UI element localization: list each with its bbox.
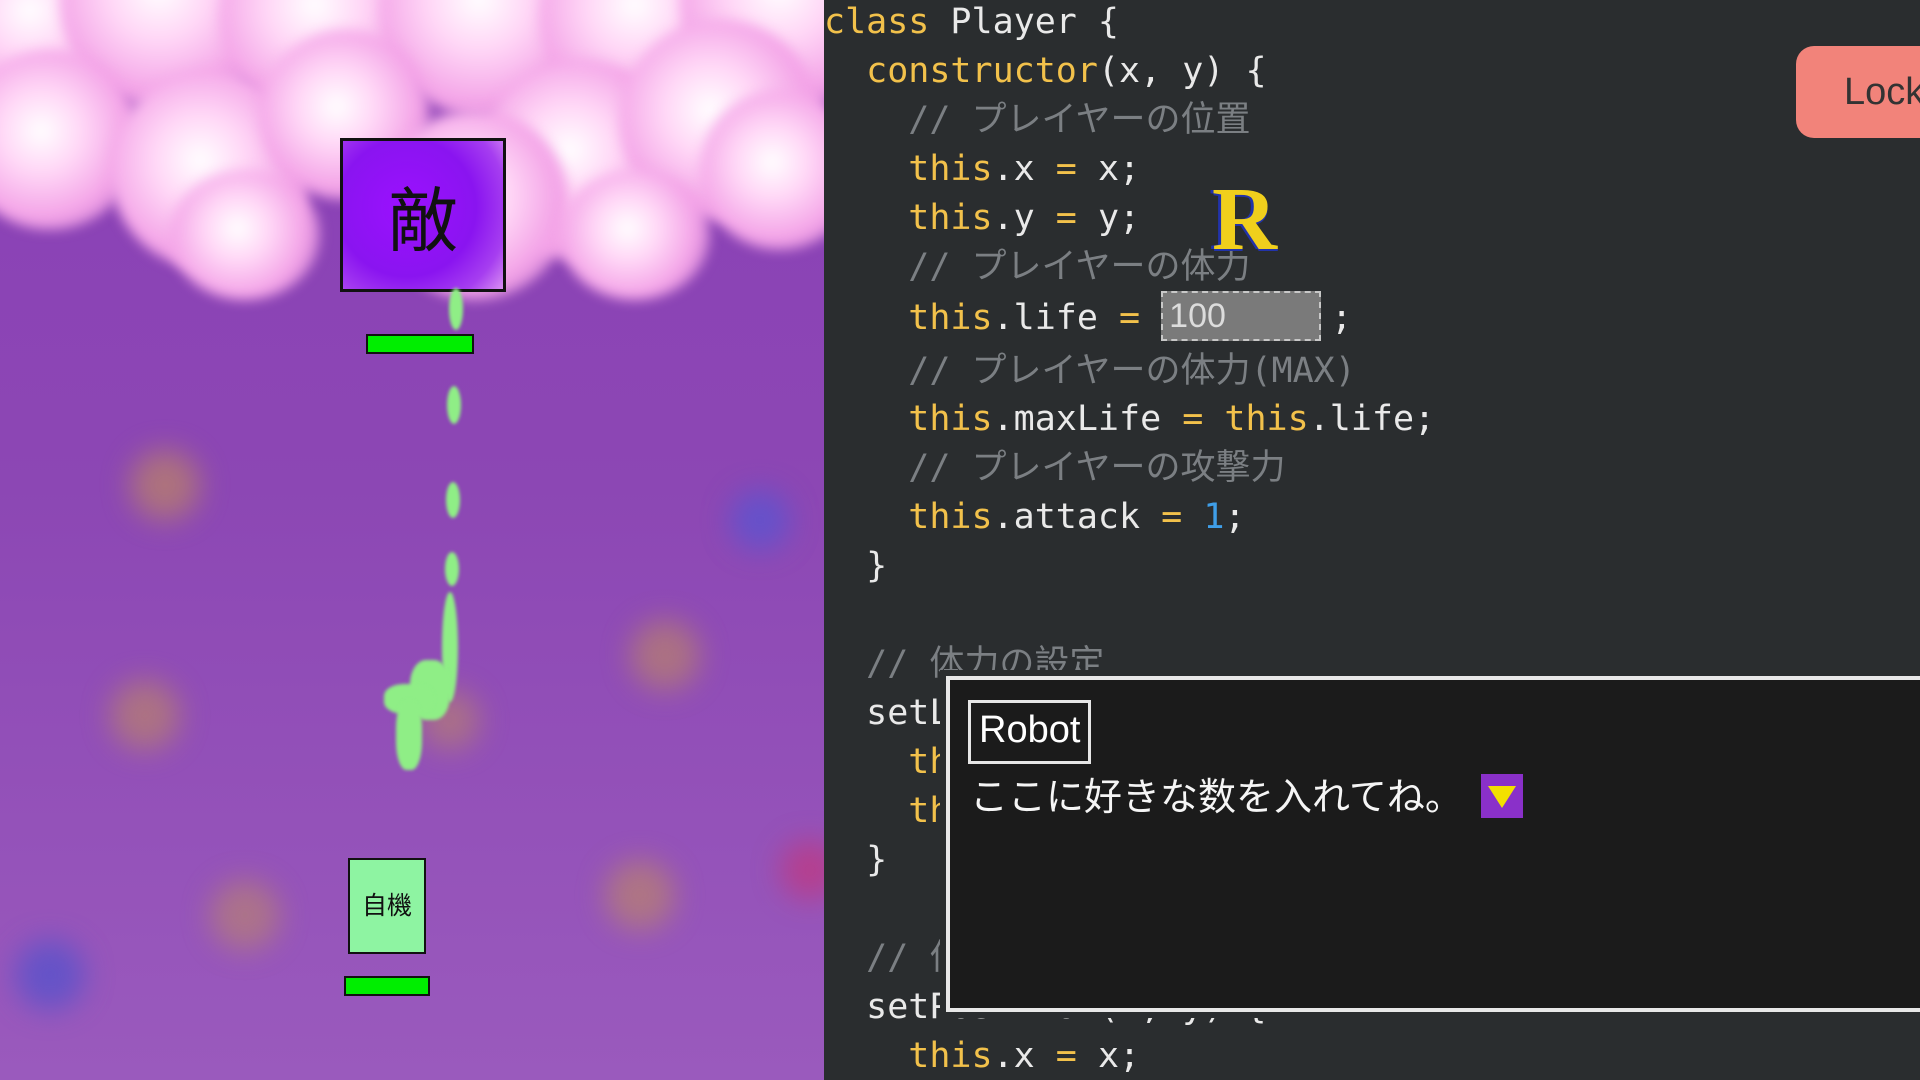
- code-token: .x: [992, 1036, 1056, 1076]
- code-line: }: [824, 544, 887, 588]
- enemy-label: 敵: [388, 179, 458, 262]
- code-token: =: [1161, 497, 1183, 537]
- code-line: // 位: [824, 936, 964, 980]
- code-token: this: [824, 1036, 993, 1076]
- code-line: this.maxLife = this.life;: [824, 397, 1435, 441]
- player-sprite: 自機: [348, 858, 426, 954]
- player-label: 自機: [362, 891, 413, 920]
- code-token: ;: [1224, 497, 1246, 537]
- code-token: setL: [824, 693, 951, 733]
- game-canvas[interactable]: 敵 自機: [0, 0, 824, 1080]
- code-token: }: [824, 840, 888, 880]
- code-line: // プレイヤーの攻撃力: [824, 446, 1285, 490]
- code-line: th: [824, 789, 950, 833]
- code-token: =: [1055, 149, 1077, 189]
- bokeh-light: [15, 940, 85, 1010]
- player-hp-bar: [344, 976, 430, 996]
- bokeh-light: [780, 840, 824, 900]
- code-line: this.x = x;: [824, 1034, 1140, 1078]
- code-line: this.life = 100;: [824, 291, 1353, 341]
- code-token: =: [1055, 1036, 1077, 1076]
- speaker-name: Robot: [968, 700, 1092, 764]
- code-token: Player {: [929, 2, 1120, 42]
- code-token: 1: [1203, 497, 1225, 537]
- code-token: // プレイヤーの体力: [824, 247, 1251, 287]
- code-token: y;: [1076, 198, 1141, 238]
- code-line: // プレイヤーの体力(MAX): [824, 349, 1356, 393]
- code-token: this: [824, 198, 993, 238]
- dialog-message: ここに好きな数を入れてね。: [970, 770, 1523, 824]
- code-token: // 位: [824, 938, 965, 978]
- code-token: constructor: [824, 51, 1098, 91]
- code-line: this.x = x;: [824, 147, 1140, 191]
- code-token: =: [1182, 399, 1204, 439]
- code-token: this: [824, 497, 993, 537]
- code-token: .x: [992, 149, 1056, 189]
- code-token: this: [824, 298, 993, 338]
- code-token: class: [824, 2, 930, 42]
- code-token: th: [824, 742, 951, 782]
- code-token: // プレイヤーの攻撃力: [824, 448, 1286, 488]
- code-line: // プレイヤーの位置: [824, 98, 1250, 142]
- code-token: =: [1055, 198, 1077, 238]
- code-line: }: [824, 838, 887, 882]
- code-line: setL: [824, 691, 950, 735]
- bokeh-light: [130, 450, 200, 520]
- life-value-input[interactable]: 100: [1161, 291, 1322, 341]
- bokeh-light: [110, 680, 180, 750]
- code-token: .attack: [992, 497, 1162, 537]
- bokeh-light: [730, 490, 790, 550]
- code-token: this: [824, 149, 993, 189]
- code-line: this.y = y;: [824, 196, 1140, 240]
- code-token: =: [1119, 298, 1141, 338]
- code-line: constructor(x, y) {: [824, 49, 1267, 93]
- code-token: this: [824, 399, 993, 439]
- code-line: class Player {: [824, 0, 1119, 44]
- enemy-hp-bar: [366, 334, 474, 354]
- code-token: .life;: [1308, 399, 1436, 439]
- code-token: .maxLife: [992, 399, 1183, 439]
- code-token: th: [824, 791, 951, 831]
- bokeh-light: [630, 620, 700, 690]
- enemy-sprite: 敵: [340, 138, 506, 292]
- dialog-message-text: ここに好きな数を入れてね。: [970, 775, 1463, 819]
- code-token: .y: [992, 198, 1056, 238]
- r-marker: R: [1212, 170, 1277, 269]
- code-token: x;: [1076, 149, 1141, 189]
- code-token: ;: [1331, 298, 1353, 338]
- code-token: // プレイヤーの位置: [824, 100, 1251, 140]
- code-token: }: [824, 546, 888, 586]
- code-line: this.attack = 1;: [824, 495, 1245, 539]
- code-line: th: [824, 740, 950, 784]
- triangle-down-icon[interactable]: [1480, 773, 1523, 818]
- code-token: x;: [1076, 1036, 1141, 1076]
- code-token: // プレイヤーの体力(MAX): [824, 351, 1356, 391]
- dialog-box[interactable]: Robot ここに好きな数を入れてね。: [940, 670, 1920, 1018]
- code-token: this: [1224, 399, 1309, 439]
- code-token: (x, y) {: [1097, 51, 1267, 91]
- bokeh-light: [605, 860, 675, 930]
- code-line: // プレイヤーの体力: [824, 245, 1250, 289]
- lock-button[interactable]: Lock: [1796, 46, 1920, 138]
- code-token: .life: [992, 298, 1120, 338]
- bokeh-light: [210, 880, 280, 950]
